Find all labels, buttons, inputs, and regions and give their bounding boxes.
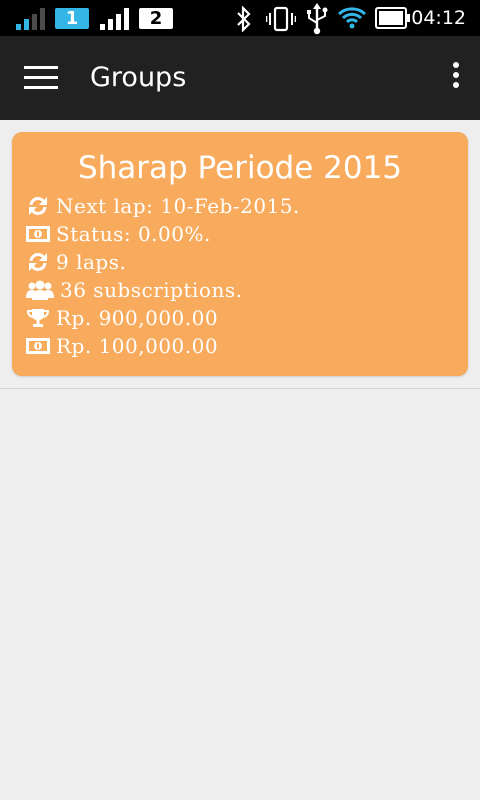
usb-icon <box>307 3 328 35</box>
group-prize: Rp. 900,000.00 <box>26 304 218 332</box>
group-row-text: Next lap: 10-Feb-2015. <box>56 194 300 218</box>
group-status: Status: 0.00%. <box>26 220 211 248</box>
group-next-lap: Next lap: 10-Feb-2015. <box>26 192 300 220</box>
signal-icon-sim2 <box>100 8 129 30</box>
app-bar: Groups <box>0 36 480 120</box>
group-row-text: 36 subscriptions. <box>60 278 243 302</box>
group-subscriptions: 36 subscriptions. <box>26 276 242 304</box>
bluetooth-icon <box>237 6 251 32</box>
group-title: Sharap Periode 2015 <box>77 150 403 186</box>
refresh-icon <box>26 251 50 273</box>
list-divider <box>0 388 480 389</box>
battery-icon <box>375 7 410 29</box>
hamburger-menu-icon[interactable] <box>24 66 58 90</box>
money-icon <box>26 335 50 357</box>
overflow-menu-icon[interactable] <box>448 62 464 94</box>
sim2-badge: 2 <box>139 8 173 29</box>
vibrate-icon <box>266 6 296 32</box>
group-row-text: Rp. 100,000.00 <box>56 334 219 358</box>
status-clock: 04:12 <box>411 7 466 29</box>
signal-icon-sim1 <box>16 8 45 30</box>
group-card[interactable]: Sharap Periode 2015 Next lap: 10-Feb-201… <box>12 132 468 376</box>
money-icon <box>26 223 50 245</box>
group-row-text: 9 laps. <box>56 250 127 274</box>
group-row-text: Rp. 900,000.00 <box>56 306 219 330</box>
page-title: Groups <box>90 62 187 93</box>
trophy-icon <box>26 307 50 329</box>
group-row-text: Status: 0.00%. <box>56 222 211 246</box>
group-contribution: Rp. 100,000.00 <box>26 332 218 360</box>
sim1-badge: 1 <box>55 8 89 29</box>
users-icon <box>26 279 54 301</box>
refresh-icon <box>26 195 50 217</box>
group-laps: 9 laps. <box>26 248 126 276</box>
wifi-icon <box>337 7 367 29</box>
status-bar: 1 2 04:12 <box>0 0 480 36</box>
